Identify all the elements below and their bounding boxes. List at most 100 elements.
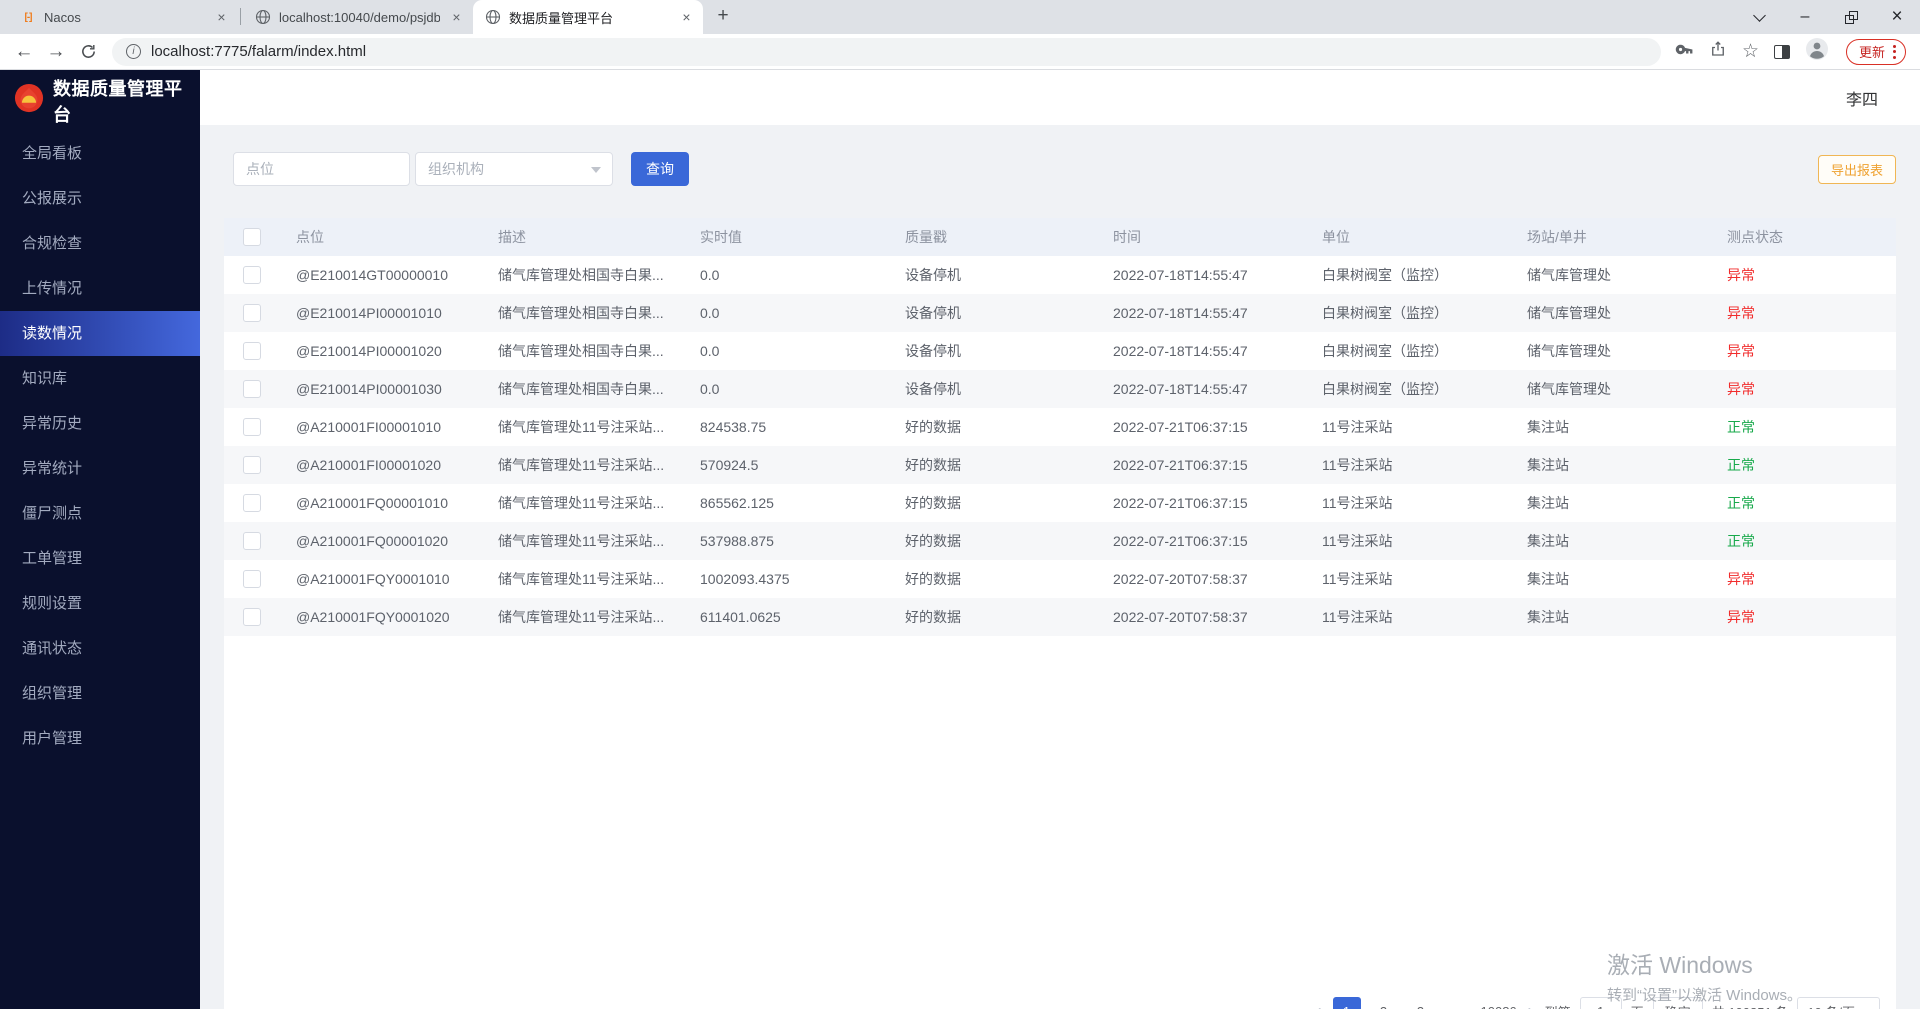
- bookmark-star-icon[interactable]: ☆: [1742, 40, 1759, 63]
- address-bar[interactable]: i localhost:7775/falarm/index.html: [112, 38, 1661, 66]
- page-number[interactable]: 10086: [1481, 997, 1517, 1009]
- globe-favicon: [485, 9, 501, 25]
- checkbox[interactable]: [243, 456, 261, 474]
- cell-desc: 储气库管理处相国寺白果...: [498, 303, 700, 323]
- checkbox-cell: [224, 266, 296, 284]
- checkbox[interactable]: [243, 266, 261, 284]
- back-icon[interactable]: ←: [8, 37, 40, 67]
- side-panel-icon[interactable]: [1774, 45, 1790, 59]
- sidebar-item[interactable]: 用户管理: [0, 716, 200, 761]
- tab-search-icon[interactable]: [1736, 0, 1782, 34]
- profile-avatar-icon[interactable]: [1805, 37, 1829, 66]
- sidebar-item[interactable]: 读数情况: [0, 311, 200, 356]
- cell-status: 正常: [1727, 493, 1896, 513]
- cell-station: 储气库管理处: [1527, 265, 1727, 285]
- confirm-button[interactable]: 确定: [1653, 997, 1703, 1009]
- cell-station: 集注站: [1527, 455, 1727, 475]
- filter-bar: 查询 导出报表: [233, 152, 1896, 186]
- checkbox[interactable]: [243, 304, 261, 322]
- checkbox[interactable]: [243, 532, 261, 550]
- tab-close-icon[interactable]: ×: [448, 9, 465, 26]
- chrome-update-button[interactable]: 更新: [1846, 39, 1906, 65]
- reload-icon[interactable]: [72, 37, 104, 67]
- sidebar-item[interactable]: 上传情况: [0, 266, 200, 311]
- sidebar-item[interactable]: 组织管理: [0, 671, 200, 716]
- browser-tab[interactable]: localhost:10040/demo/psjdbc×: [243, 0, 473, 34]
- checkbox[interactable]: [243, 570, 261, 588]
- sidebar-item[interactable]: 异常统计: [0, 446, 200, 491]
- export-report-button[interactable]: 导出报表: [1818, 155, 1896, 184]
- table-row: @E210014PI00001030储气库管理处相国寺白果...0.0设备停机2…: [224, 370, 1896, 408]
- checkbox[interactable]: [243, 418, 261, 436]
- minimize-icon[interactable]: –: [1782, 0, 1828, 34]
- tab-separator: [240, 8, 241, 25]
- browser-menu-icon[interactable]: [1893, 45, 1896, 59]
- cell-quality: 设备停机: [905, 303, 1113, 323]
- sidebar-item[interactable]: 异常历史: [0, 401, 200, 446]
- sidebar-item[interactable]: 全局看板: [0, 131, 200, 176]
- tab-close-icon[interactable]: ×: [213, 9, 230, 26]
- org-select-input[interactable]: [415, 152, 613, 186]
- page-number[interactable]: 2: [1370, 997, 1398, 1009]
- cell-quality: 好的数据: [905, 607, 1113, 627]
- restore-icon[interactable]: [1828, 0, 1874, 34]
- cell-value: 865562.125: [700, 495, 905, 511]
- sidebar-item[interactable]: 工单管理: [0, 536, 200, 581]
- search-button[interactable]: 查询: [631, 152, 689, 186]
- checkbox[interactable]: [243, 380, 261, 398]
- user-name[interactable]: 李四: [1846, 86, 1878, 110]
- page-number[interactable]: 1: [1333, 997, 1361, 1009]
- page-info-icon[interactable]: i: [126, 44, 141, 59]
- checkbox[interactable]: [243, 228, 261, 246]
- nacos-favicon: [-]: [20, 9, 36, 25]
- browser-tab[interactable]: [-]Nacos×: [8, 0, 238, 34]
- table-card: 点位描述实时值质量戳时间单位场站/单井测点状态 @E210014GT000000…: [224, 218, 1896, 1009]
- checkbox[interactable]: [243, 342, 261, 360]
- column-header: 点位: [296, 227, 498, 247]
- goto-page-input[interactable]: [1580, 997, 1622, 1009]
- checkbox[interactable]: [243, 494, 261, 512]
- share-icon[interactable]: [1709, 40, 1727, 63]
- cell-status: 正常: [1727, 417, 1896, 437]
- cell-time: 2022-07-18T14:55:47: [1113, 343, 1322, 359]
- sidebar-item[interactable]: 规则设置: [0, 581, 200, 626]
- new-tab-button[interactable]: +: [709, 3, 737, 31]
- cell-desc: 储气库管理处相国寺白果...: [498, 341, 700, 361]
- sidebar-item[interactable]: 知识库: [0, 356, 200, 401]
- checkbox-cell: [224, 418, 296, 436]
- checkbox-cell: [224, 494, 296, 512]
- cell-time: 2022-07-21T06:37:15: [1113, 419, 1322, 435]
- cell-point: @E210014PI00001010: [296, 305, 498, 321]
- per-page-select[interactable]: 10 条/页: [1797, 997, 1880, 1009]
- page-number[interactable]: 3: [1407, 997, 1435, 1009]
- next-page-icon[interactable]: ›: [1526, 1001, 1536, 1009]
- browser-tab[interactable]: 数据质量管理平台×: [473, 0, 703, 34]
- browser-toolbar: ← → i localhost:7775/falarm/index.html ☆…: [0, 34, 1920, 70]
- cell-status: 异常: [1727, 265, 1896, 285]
- close-icon[interactable]: ×: [1874, 0, 1920, 34]
- checkbox-cell: [224, 380, 296, 398]
- sidebar-item[interactable]: 合规检查: [0, 221, 200, 266]
- cell-station: 集注站: [1527, 531, 1727, 551]
- point-input[interactable]: [233, 152, 410, 186]
- table-row: @A210001FI00001020储气库管理处11号注采站...570924.…: [224, 446, 1896, 484]
- cell-quality: 好的数据: [905, 417, 1113, 437]
- password-key-icon[interactable]: [1675, 40, 1694, 64]
- column-header: 实时值: [700, 227, 905, 247]
- sidebar-item[interactable]: 僵尸测点: [0, 491, 200, 536]
- tab-close-icon[interactable]: ×: [678, 9, 695, 26]
- checkbox-cell: [224, 570, 296, 588]
- prev-page-icon[interactable]: ‹: [1314, 1001, 1324, 1009]
- forward-icon[interactable]: →: [40, 37, 72, 67]
- cell-value: 1002093.4375: [700, 571, 905, 587]
- chevron-down-icon: [591, 167, 601, 178]
- sidebar-item[interactable]: 公报展示: [0, 176, 200, 221]
- cell-station: 集注站: [1527, 607, 1727, 627]
- checkbox[interactable]: [243, 608, 261, 626]
- cell-time: 2022-07-18T14:55:47: [1113, 267, 1322, 283]
- app-root: 数据质量管理平台 全局看板公报展示合规检查上传情况读数情况知识库异常历史异常统计…: [0, 70, 1920, 1009]
- window-controls: – ×: [1736, 0, 1920, 34]
- sidebar-item[interactable]: 通讯状态: [0, 626, 200, 671]
- org-select[interactable]: [415, 152, 613, 186]
- sidebar: 数据质量管理平台 全局看板公报展示合规检查上传情况读数情况知识库异常历史异常统计…: [0, 70, 200, 1009]
